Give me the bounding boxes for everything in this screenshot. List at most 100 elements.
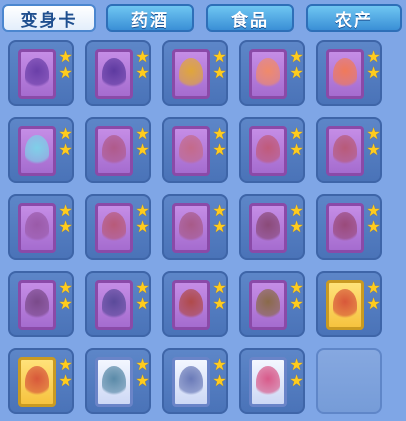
- transform-card-slot[interactable]: ★ ★: [162, 40, 228, 106]
- tab-transform-card[interactable]: 变身卡: [2, 4, 96, 32]
- creature-portrait-icon: [102, 58, 126, 90]
- star-icon: ★: [58, 140, 73, 159]
- transform-card: [95, 357, 133, 407]
- transform-card: [172, 126, 210, 176]
- creature-portrait-icon: [179, 212, 203, 244]
- transform-card: [18, 357, 56, 407]
- transform-card-slot[interactable]: ★ ★: [8, 117, 74, 183]
- star-icon: ★: [212, 201, 227, 220]
- transform-card-slot[interactable]: ★ ★: [316, 194, 382, 260]
- transform-card-slot[interactable]: ★ ★: [162, 271, 228, 337]
- transform-card-slot[interactable]: ★ ★: [239, 117, 305, 183]
- transform-card: [249, 126, 287, 176]
- transform-card-slot[interactable]: ★ ★: [316, 271, 382, 337]
- star-icon: ★: [212, 140, 227, 159]
- transform-card: [172, 357, 210, 407]
- transform-card-slot[interactable]: ★ ★: [8, 271, 74, 337]
- creature-portrait-icon: [102, 212, 126, 244]
- creature-portrait-icon: [333, 135, 357, 167]
- transform-card-slot[interactable]: ★ ★: [239, 348, 305, 414]
- star-icon: ★: [289, 217, 304, 236]
- star-icon: ★: [135, 355, 150, 374]
- transform-card-slot[interactable]: ★ ★: [239, 271, 305, 337]
- star-icon: ★: [289, 63, 304, 82]
- star-icon: ★: [289, 278, 304, 297]
- tab-medicinal-wine[interactable]: 药酒: [106, 4, 194, 32]
- creature-portrait-icon: [25, 289, 49, 321]
- transform-card: [95, 203, 133, 253]
- transform-card: [326, 126, 364, 176]
- transform-card: [249, 280, 287, 330]
- star-icon: ★: [212, 278, 227, 297]
- creature-portrait-icon: [25, 366, 49, 398]
- star-icon: ★: [135, 47, 150, 66]
- transform-card: [18, 203, 56, 253]
- transform-card-slot[interactable]: ★ ★: [85, 117, 151, 183]
- transform-card-slot[interactable]: ★ ★: [162, 348, 228, 414]
- transform-card-slot[interactable]: ★ ★: [162, 194, 228, 260]
- transform-card-slot[interactable]: ★ ★: [8, 40, 74, 106]
- inventory-grid: ★ ★ ★ ★ ★ ★ ★ ★ ★ ★ ★ ★ ★ ★ ★ ★ ★ ★ ★ ★ ★ ★ ★ ★ ★ ★ ★ ★ ★ ★ ★ ★ ★ ★ ★ ★ ★ ★ ★ ★…: [8, 40, 398, 421]
- star-icon: ★: [135, 371, 150, 390]
- star-icon: ★: [289, 294, 304, 313]
- star-icon: ★: [58, 47, 73, 66]
- star-icon: ★: [135, 217, 150, 236]
- transform-card: [18, 49, 56, 99]
- star-icon: ★: [135, 278, 150, 297]
- transform-card-slot[interactable]: ★ ★: [316, 40, 382, 106]
- transform-card-slot[interactable]: ★ ★: [8, 348, 74, 414]
- tab-label: 食品: [231, 10, 269, 31]
- tab-farm-produce[interactable]: 农产: [306, 4, 402, 32]
- creature-portrait-icon: [25, 212, 49, 244]
- creature-portrait-icon: [333, 289, 357, 321]
- creature-portrait-icon: [333, 58, 357, 90]
- star-icon: ★: [366, 140, 381, 159]
- transform-card: [326, 280, 364, 330]
- star-icon: ★: [212, 371, 227, 390]
- creature-portrait-icon: [256, 212, 280, 244]
- star-icon: ★: [289, 140, 304, 159]
- creature-portrait-icon: [179, 289, 203, 321]
- transform-card: [249, 357, 287, 407]
- transform-card: [249, 203, 287, 253]
- creature-portrait-icon: [333, 212, 357, 244]
- transform-card-slot[interactable]: ★ ★: [316, 117, 382, 183]
- creature-portrait-icon: [179, 58, 203, 90]
- star-icon: ★: [366, 124, 381, 143]
- star-icon: ★: [289, 47, 304, 66]
- transform-card-slot[interactable]: ★ ★: [8, 194, 74, 260]
- transform-card: [172, 49, 210, 99]
- category-tab-bar: 变身卡 药酒 食品 农产: [0, 0, 406, 36]
- transform-card-slot[interactable]: ★ ★: [239, 194, 305, 260]
- star-icon: ★: [135, 124, 150, 143]
- star-icon: ★: [58, 201, 73, 220]
- star-icon: ★: [58, 63, 73, 82]
- transform-card-slot[interactable]: ★ ★: [85, 271, 151, 337]
- star-icon: ★: [135, 140, 150, 159]
- star-icon: ★: [366, 201, 381, 220]
- creature-portrait-icon: [102, 135, 126, 167]
- star-icon: ★: [366, 294, 381, 313]
- transform-card-slot[interactable]: ★ ★: [239, 40, 305, 106]
- star-icon: ★: [366, 217, 381, 236]
- transform-card-slot[interactable]: ★ ★: [85, 40, 151, 106]
- star-icon: ★: [366, 47, 381, 66]
- transform-card-slot[interactable]: ★ ★: [162, 117, 228, 183]
- creature-portrait-icon: [256, 58, 280, 90]
- tab-food[interactable]: 食品: [206, 4, 294, 32]
- star-icon: ★: [58, 278, 73, 297]
- star-icon: ★: [58, 371, 73, 390]
- star-icon: ★: [58, 355, 73, 374]
- transform-card-slot[interactable]: ★ ★: [85, 348, 151, 414]
- star-icon: ★: [212, 217, 227, 236]
- creature-portrait-icon: [256, 289, 280, 321]
- star-icon: ★: [135, 63, 150, 82]
- tab-label: 药酒: [131, 10, 169, 31]
- star-icon: ★: [289, 124, 304, 143]
- transform-card-slot[interactable]: ★ ★: [85, 194, 151, 260]
- star-icon: ★: [135, 294, 150, 313]
- star-icon: ★: [212, 124, 227, 143]
- empty-slot[interactable]: [316, 348, 382, 414]
- star-icon: ★: [58, 124, 73, 143]
- transform-card: [172, 280, 210, 330]
